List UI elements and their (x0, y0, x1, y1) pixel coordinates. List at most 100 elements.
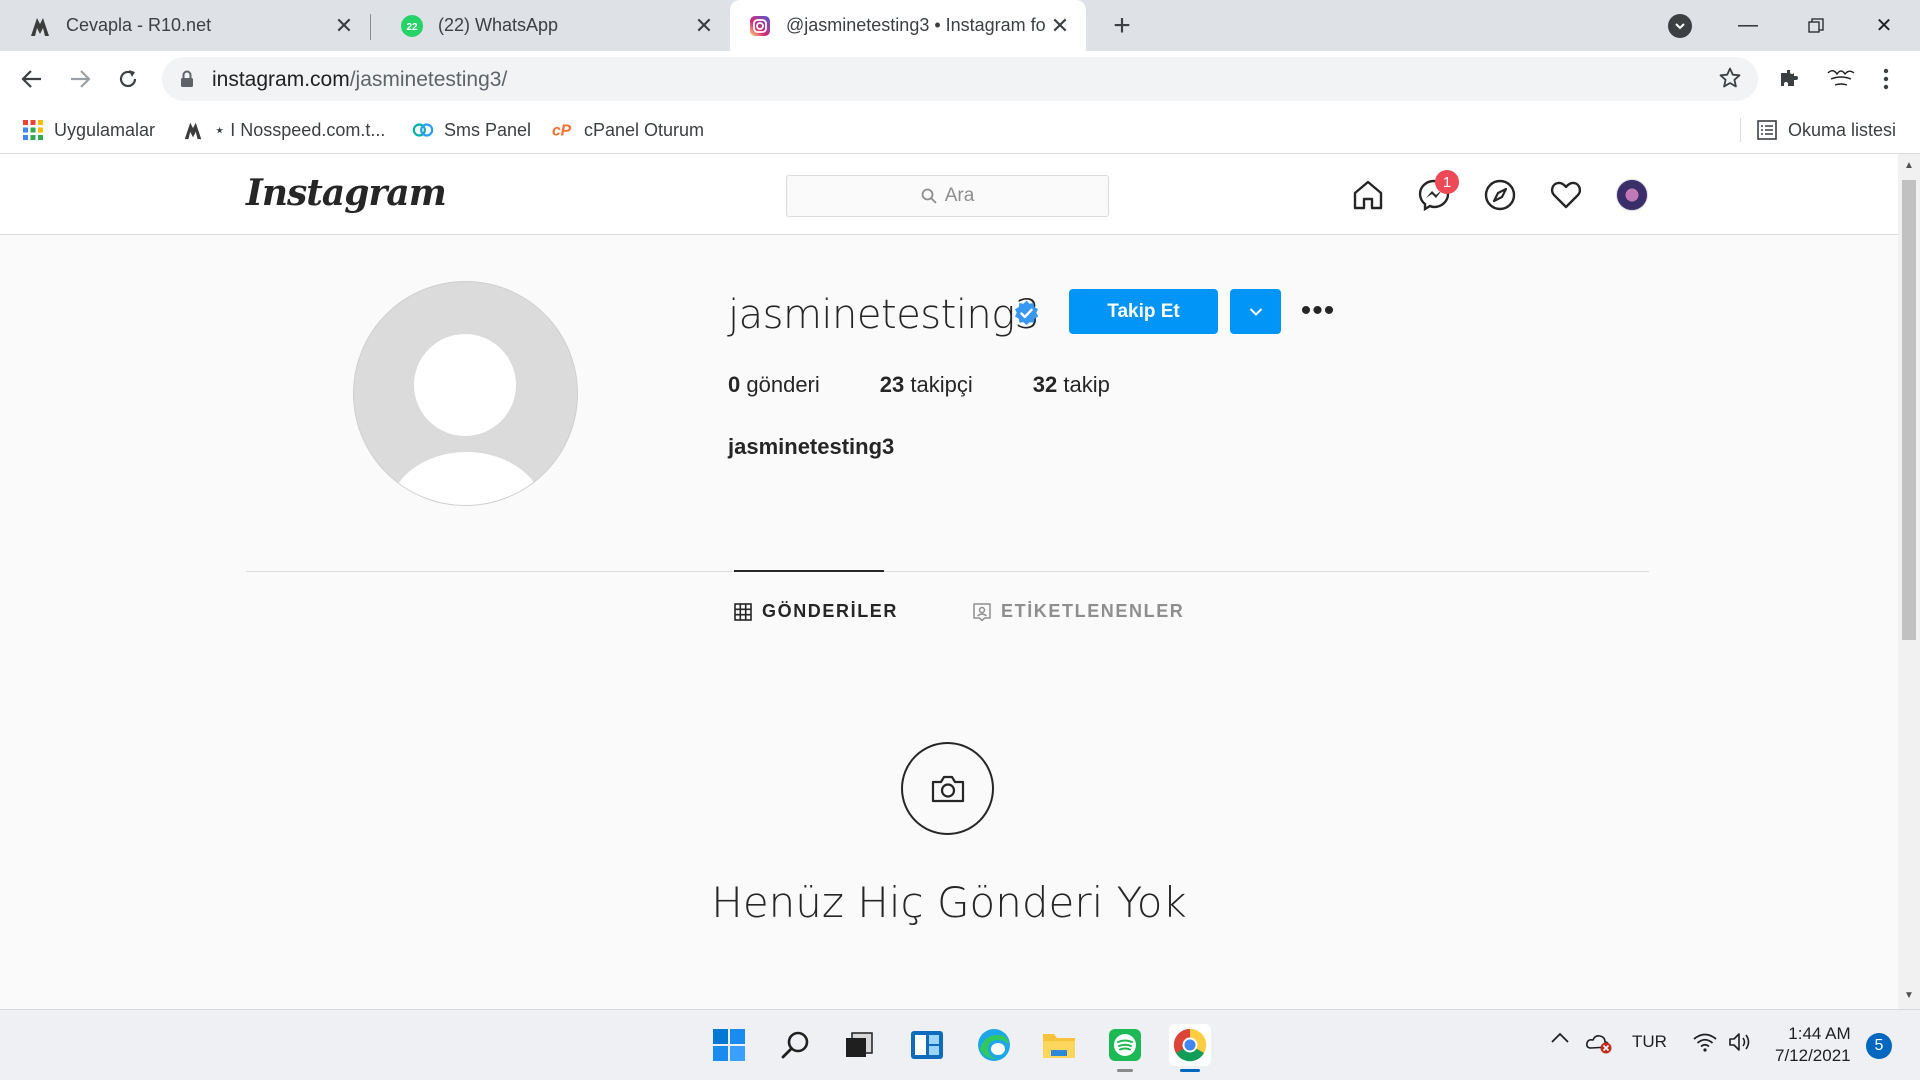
onedrive-error-icon[interactable] (1585, 1032, 1613, 1054)
suggestions-dropdown-button[interactable] (1230, 289, 1281, 334)
tab-r10[interactable]: Cevapla - R10.net ✕ (0, 0, 370, 51)
search-input[interactable]: Ara (786, 175, 1109, 217)
profile-full-name: jasminetesting3 (728, 434, 895, 459)
restore-button[interactable] (1786, 0, 1846, 51)
profile-username: jasminetesting3 (728, 292, 1040, 338)
cpanel-icon: cP (552, 119, 574, 141)
close-window-button[interactable]: ✕ (1854, 0, 1914, 51)
spotify-icon (1109, 1029, 1141, 1061)
grid-icon (734, 602, 752, 621)
tab-separator (370, 14, 371, 40)
start-button[interactable] (708, 1024, 750, 1066)
tab-tagged[interactable]: ETİKETLENENLER (973, 601, 1184, 622)
minimize-button[interactable]: — (1718, 0, 1778, 51)
task-view-icon (846, 1032, 873, 1057)
explore-compass-icon[interactable] (1481, 176, 1519, 214)
bookmark-apps[interactable]: Uygulamalar (22, 116, 155, 144)
system-clock[interactable]: 1:44 AM 7/12/2021 (1775, 1023, 1851, 1067)
scrollbar-thumb[interactable] (1902, 180, 1916, 640)
home-icon[interactable] (1349, 176, 1387, 214)
r10-icon (182, 119, 204, 141)
spotify-button[interactable] (1104, 1024, 1146, 1072)
follow-button[interactable]: Takip Et (1069, 289, 1218, 334)
reading-list-label: Okuma listesi (1788, 119, 1897, 140)
search-taskbar-button[interactable] (775, 1024, 817, 1066)
close-icon[interactable]: ✕ (1048, 13, 1072, 38)
profile-avatar[interactable] (1822, 63, 1860, 95)
bookmark-nosspeed[interactable]: ⋆ I Nosspeed.com.t... (182, 116, 385, 144)
reading-list-icon (1756, 119, 1778, 141)
menu-icon[interactable] (1870, 63, 1902, 95)
back-button[interactable] (14, 61, 50, 97)
reload-button[interactable] (110, 61, 146, 97)
new-tab-button[interactable]: + (1106, 9, 1138, 42)
close-icon[interactable]: ✕ (692, 13, 716, 38)
scroll-down-arrow[interactable]: ▼ (1903, 990, 1915, 1002)
search-placeholder: Ara (944, 185, 975, 206)
search-icon (781, 1031, 809, 1059)
tab-posts-label: GÖNDERİLER (762, 601, 899, 621)
notification-badge[interactable]: 5 (1866, 1033, 1892, 1059)
widgets-icon (911, 1031, 943, 1059)
tab-whatsapp[interactable]: 22 (22) WhatsApp ✕ (372, 0, 730, 51)
sms-panel-icon (412, 119, 434, 141)
profile-stats: 0 gönderi 23 takipçi 32 takip (728, 372, 1170, 398)
browser-toolbar: instagram.com/jasminetesting3/ (0, 51, 1920, 106)
svg-text:cP: cP (552, 123, 572, 140)
messages-badge: 1 (1435, 170, 1459, 194)
address-bar[interactable]: instagram.com/jasminetesting3/ (162, 57, 1758, 101)
chevron-up-icon (1551, 1032, 1569, 1043)
instagram-header: Instagram Ara 1 (0, 154, 1898, 235)
language-indicator[interactable]: TUR (1632, 1032, 1667, 1052)
tab-search-icon[interactable] (1668, 14, 1692, 38)
file-explorer-button[interactable] (1038, 1024, 1080, 1066)
apps-grid-icon (22, 119, 44, 141)
avatar (1616, 179, 1648, 211)
bookmarks-separator (1740, 118, 1741, 142)
svg-text:22: 22 (406, 22, 418, 33)
bookmark-label: cPanel Oturum (584, 119, 705, 140)
tab-title: (22) WhatsApp (438, 15, 559, 35)
messenger-icon[interactable]: 1 (1415, 170, 1459, 214)
bookmark-sms-panel[interactable]: Sms Panel (412, 116, 531, 144)
whatsapp-icon: 22 (400, 14, 424, 38)
instagram-logo[interactable]: Instagram (246, 172, 447, 214)
chrome-button[interactable] (1169, 1024, 1211, 1072)
following-count[interactable]: 32 takip (1033, 372, 1110, 398)
bookmark-cpanel[interactable]: cP cPanel Oturum (552, 116, 704, 144)
tab-strip: Cevapla - R10.net ✕ 22 (22) WhatsApp ✕ @… (0, 0, 1920, 51)
active-indicator (1180, 1069, 1200, 1072)
reading-list-button[interactable]: Okuma listesi (1756, 116, 1896, 144)
tab-instagram[interactable]: @jasminetesting3 • Instagram fo ✕ (730, 0, 1086, 51)
followers-count[interactable]: 23 takipçi (880, 372, 973, 398)
folder-icon (1043, 1034, 1075, 1058)
tab-posts[interactable]: GÖNDERİLER (734, 601, 898, 622)
tabs-divider (246, 571, 1649, 572)
activity-heart-icon[interactable] (1547, 176, 1585, 214)
task-view-button[interactable] (838, 1024, 880, 1066)
bookmark-label: Sms Panel (444, 119, 532, 140)
forward-button[interactable] (62, 61, 98, 97)
show-hidden-icons-button[interactable] (1550, 1032, 1570, 1044)
wifi-icon[interactable] (1692, 1032, 1718, 1052)
tab-title: @jasminetesting3 • Instagram fo (786, 15, 1046, 35)
more-options-button[interactable]: ••• (1298, 293, 1338, 329)
running-indicator (1117, 1069, 1133, 1072)
search-icon (921, 188, 937, 204)
edge-button[interactable] (973, 1024, 1015, 1066)
bookmark-star-icon[interactable] (1718, 66, 1742, 95)
profile-picture[interactable] (353, 281, 578, 506)
clock-date: 7/12/2021 (1775, 1046, 1851, 1065)
url-text[interactable]: instagram.com/jasminetesting3/ (212, 68, 507, 92)
lock-icon[interactable] (180, 70, 194, 93)
volume-icon[interactable] (1728, 1032, 1754, 1052)
profile-nav-avatar[interactable] (1613, 176, 1651, 214)
close-icon[interactable]: ✕ (332, 13, 356, 38)
chrome-icon (1173, 1028, 1207, 1062)
page-scrollbar[interactable]: ▲ ▼ (1898, 154, 1920, 1009)
page-viewport: Instagram Ara 1 jasminetesting3 Takip Et (0, 154, 1920, 1009)
empty-posts-message: Henüz Hiç Gönderi Yok (711, 878, 1187, 927)
scroll-up-arrow[interactable]: ▲ (1903, 160, 1915, 172)
extensions-icon[interactable] (1774, 63, 1806, 95)
widgets-button[interactable] (906, 1024, 948, 1066)
